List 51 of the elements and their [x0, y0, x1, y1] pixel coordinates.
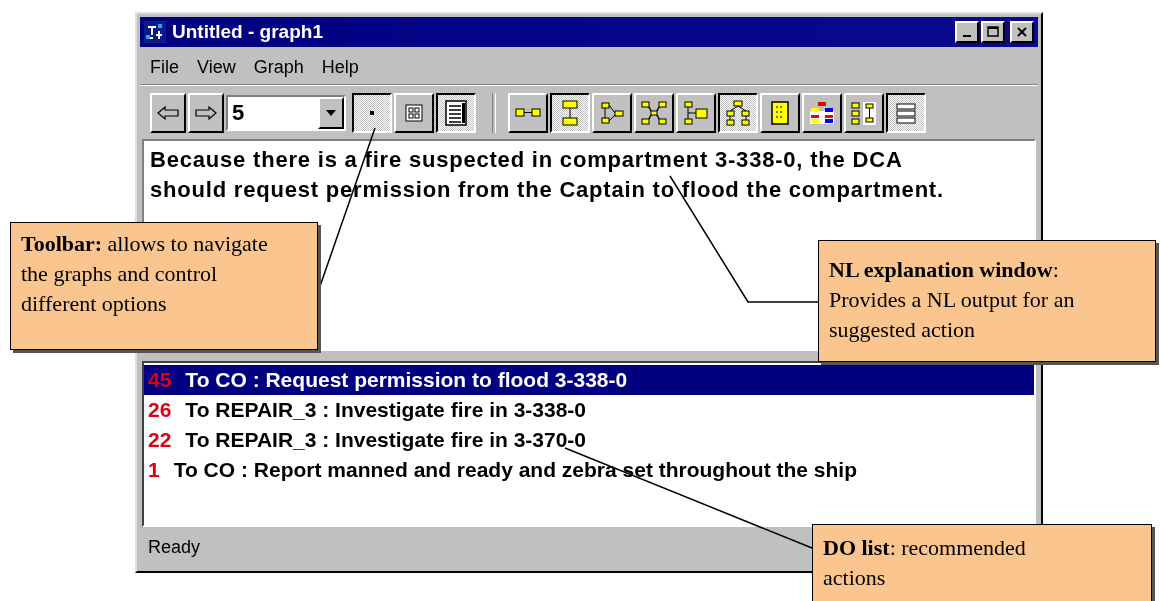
- action-text: To REPAIR_3 : Investigate fire in 3-338-0: [185, 397, 587, 423]
- column-nodes-icon: [851, 101, 877, 125]
- document-nodes-icon: [771, 101, 789, 125]
- close-icon: [1016, 26, 1028, 38]
- menu-item[interactable]: View: [197, 57, 236, 78]
- level-dropdown[interactable]: 5: [226, 95, 346, 131]
- action-list-item[interactable]: 22 To REPAIR_3 : Investigate fire in 3-370-0: [144, 425, 1034, 455]
- view-toggle-button[interactable]: [352, 93, 392, 133]
- action-text: To REPAIR_3 : Investigate fire in 3-370-0: [185, 427, 587, 453]
- linked-nodes-icon: [515, 107, 541, 119]
- hierarchy-icon: [726, 100, 750, 126]
- list-icon: [445, 100, 467, 126]
- action-list-item[interactable]: 45 To CO : Request permission to flood 3-338-0: [144, 365, 1034, 395]
- action-list-item[interactable]: 1 To CO : Report manned and ready and zebra set throughout the ship: [144, 455, 1034, 485]
- forward-button[interactable]: [188, 93, 224, 133]
- maximize-button[interactable]: [981, 21, 1005, 43]
- action-text: To CO : Request permission to flood 3-338-0: [185, 367, 628, 393]
- network-icon: [144, 21, 166, 43]
- tree-nodes-icon: [684, 101, 708, 125]
- menu-item[interactable]: File: [150, 57, 179, 78]
- callout-note: Toolbar: allows to navigate the graphs and control different options: [10, 222, 318, 350]
- back-button[interactable]: [150, 93, 186, 133]
- window-title: Untitled - graph1: [172, 21, 324, 43]
- callout-note: NL explanation window: Provides a NL output for an suggested action: [818, 240, 1156, 362]
- close-button[interactable]: [1010, 21, 1034, 43]
- priority-number: 45: [148, 367, 172, 393]
- branch-nodes-icon: [600, 101, 624, 125]
- action-text: To CO : Report manned and ready and zebra set throughout the ship: [173, 457, 857, 483]
- callout-note: DO list: recommended actions: [812, 524, 1152, 601]
- priority-number: 26: [148, 397, 172, 423]
- cross-nodes-icon: [641, 101, 667, 125]
- action-list-item[interactable]: 26 To REPAIR_3 : Investigate fire in 3-338-0: [144, 395, 1034, 425]
- colored-tree-icon: [809, 101, 835, 125]
- graph-layout-button[interactable]: [718, 93, 758, 133]
- priority-number: 22: [148, 427, 172, 453]
- grid-icon: [405, 104, 423, 122]
- left-arrow-icon: [157, 105, 179, 121]
- priority-number: 1: [148, 457, 160, 483]
- minimize-button[interactable]: [955, 21, 979, 43]
- stacked-bars-icon: [895, 102, 917, 124]
- minimize-icon: [963, 35, 971, 37]
- status-text: Ready: [148, 537, 201, 558]
- graph-layout-button[interactable]: [886, 93, 926, 133]
- vertical-nodes-icon: [561, 100, 579, 126]
- view-toggle-button[interactable]: [436, 93, 476, 133]
- maximize-icon: [987, 26, 999, 38]
- right-arrow-icon: [195, 105, 217, 121]
- graph-layout-button[interactable]: [550, 93, 590, 133]
- menu-item[interactable]: Graph: [253, 57, 304, 78]
- menu-item[interactable]: Help: [321, 57, 359, 78]
- dropdown-arrow-icon: [326, 110, 336, 116]
